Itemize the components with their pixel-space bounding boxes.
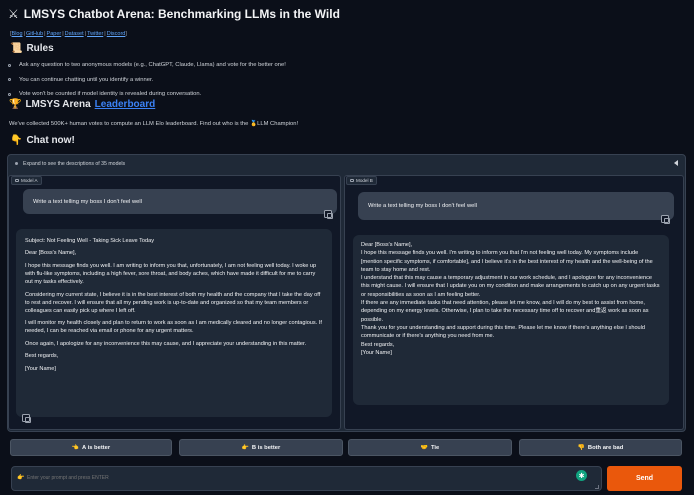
link-discord[interactable]: Discord (107, 31, 126, 37)
rule-item: You can continue chatting until you iden… (8, 73, 286, 88)
user-message-b: Write a text telling my boss I don't fee… (358, 192, 674, 220)
rule-item: Ask any question to two anonymous models… (8, 58, 286, 73)
chat-now-heading: 👇 Chat now! (10, 135, 75, 146)
leaderboard-link[interactable]: Leaderboard (95, 99, 156, 110)
copy-icon[interactable] (324, 210, 333, 219)
bot-message-b: Dear [Boss's Name], I hope this message … (353, 235, 669, 405)
link-blog[interactable]: Blog (12, 31, 23, 37)
user-message-a: Write a text telling my boss I don't fee… (23, 189, 337, 214)
model-a-label: Model A (11, 176, 42, 185)
copy-icon[interactable] (22, 414, 31, 423)
openai-logo-icon: ✱ (576, 470, 587, 481)
bot-message-a: Subject: Not Feeling Well - Taking Sick … (16, 229, 332, 417)
page-title-text: LMSYS Chatbot Arena: Benchmarking LLMs i… (23, 7, 340, 21)
pointing-right-icon: 👉 (241, 444, 249, 451)
link-twitter[interactable]: Twitter (87, 31, 103, 37)
arena-heading: 🏆 LMSYS Arena Leaderboard (9, 99, 155, 110)
pointing-right-icon: 👉 (17, 474, 25, 481)
arena-description: We've collected 500K+ human votes to com… (9, 121, 299, 127)
accordion-label: Expand to see the descriptions of 35 mod… (23, 160, 126, 167)
links-bar: [Blog|GitHub|Paper|Dataset|Twitter|Disco… (10, 31, 127, 37)
pointing-down-icon: 👇 (10, 135, 23, 146)
vote-b-better-button[interactable]: 👉 B is better (179, 439, 343, 456)
chat-icon (15, 179, 19, 182)
rules-list: Ask any question to two anonymous models… (8, 58, 286, 102)
page-title: ⚔ LMSYS Chatbot Arena: Benchmarking LLMs… (8, 7, 340, 21)
send-button[interactable]: Send (607, 466, 682, 491)
vote-tie-button[interactable]: 🤝 Tie (348, 439, 512, 456)
rules-heading-text: Rules (26, 43, 54, 54)
thumbs-down-icon: 👎 (577, 444, 585, 451)
vote-a-better-button[interactable]: 👈 A is better (10, 439, 172, 456)
vote-both-bad-button[interactable]: 👎 Both are bad (519, 439, 682, 456)
trophy-icon: 🏆 (9, 99, 22, 110)
models-accordion[interactable]: Expand to see the descriptions of 35 mod… (7, 154, 686, 173)
pointing-left-icon: 👈 (71, 444, 80, 451)
chevron-left-icon (674, 160, 678, 166)
chat-icon (350, 179, 354, 182)
copy-icon[interactable] (661, 215, 670, 224)
link-github[interactable]: GitHub (26, 31, 43, 37)
rules-heading: 📜 Rules (10, 43, 54, 54)
prompt-input[interactable] (27, 472, 567, 484)
accordion-dot-icon (15, 162, 18, 165)
resize-handle-icon[interactable] (595, 485, 599, 489)
model-b-label: Model B (346, 176, 377, 185)
handshake-icon: 🤝 (420, 444, 428, 451)
arena-heading-text: LMSYS Arena (25, 99, 91, 110)
scroll-icon: 📜 (10, 43, 23, 54)
crossed-swords-icon: ⚔ (8, 7, 19, 21)
link-paper[interactable]: Paper (47, 31, 62, 37)
link-dataset[interactable]: Dataset (65, 31, 84, 37)
